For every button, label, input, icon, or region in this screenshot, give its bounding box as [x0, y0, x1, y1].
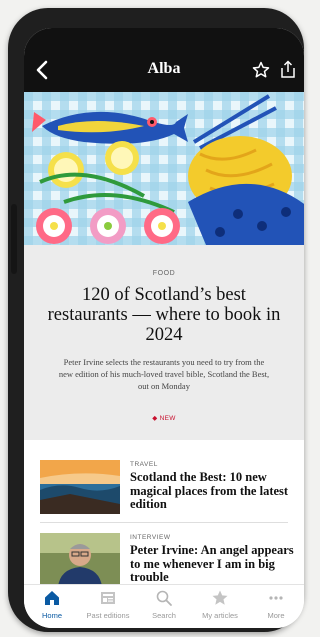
- app-screen: Alba FOOD 120 of Scotland’s best restaur…: [24, 28, 304, 628]
- phone-side-button: [11, 204, 17, 274]
- search-icon: [156, 590, 172, 606]
- star-icon: [212, 590, 228, 605]
- list-item[interactable]: TRAVEL Scotland the Best: 10 new magical…: [24, 458, 304, 528]
- lead-headline[interactable]: 120 of Scotland’s best restaurants — whe…: [46, 285, 282, 345]
- bookmark-star-icon[interactable]: [252, 61, 270, 79]
- divider: [40, 522, 288, 523]
- article-thumbnail: [40, 533, 120, 587]
- nav-my-articles[interactable]: My articles: [192, 589, 248, 627]
- article-headline[interactable]: Scotland the Best: 10 new magical places…: [130, 470, 296, 512]
- nav-past-editions[interactable]: Past editions: [80, 589, 136, 627]
- food-illustration: [24, 92, 304, 245]
- share-icon[interactable]: [280, 60, 296, 79]
- top-bar: Alba: [24, 28, 304, 92]
- nav-home[interactable]: Home: [24, 589, 80, 627]
- bottom-navigation: Home Past editions Search My articles Mo…: [24, 584, 304, 628]
- nav-more[interactable]: More: [248, 589, 304, 627]
- home-icon: [45, 591, 59, 605]
- article-section-label: TRAVEL: [130, 461, 158, 468]
- hero-illustration[interactable]: [24, 92, 304, 245]
- phone-frame: Alba FOOD 120 of Scotland’s best restaur…: [8, 8, 304, 632]
- article-thumbnail: [40, 460, 120, 514]
- lead-article-card[interactable]: FOOD 120 of Scotland’s best restaurants …: [24, 245, 304, 440]
- more-icon: [269, 596, 283, 600]
- nav-label: More: [267, 611, 285, 620]
- new-badge: ◆ NEW: [152, 415, 176, 422]
- nav-label: Home: [41, 611, 62, 620]
- newspaper-icon: [101, 592, 115, 604]
- nav-label: My articles: [202, 611, 238, 620]
- nav-label: Past editions: [86, 611, 130, 620]
- lead-section-label: FOOD: [152, 270, 176, 277]
- nav-search[interactable]: Search: [136, 589, 192, 627]
- article-headline[interactable]: Peter Irvine: An angel appears to me whe…: [130, 543, 296, 585]
- nav-label: Search: [152, 611, 176, 620]
- article-section-label: INTERVIEW: [130, 534, 171, 541]
- lead-standfirst: Peter Irvine selects the restaurants you…: [58, 357, 270, 391]
